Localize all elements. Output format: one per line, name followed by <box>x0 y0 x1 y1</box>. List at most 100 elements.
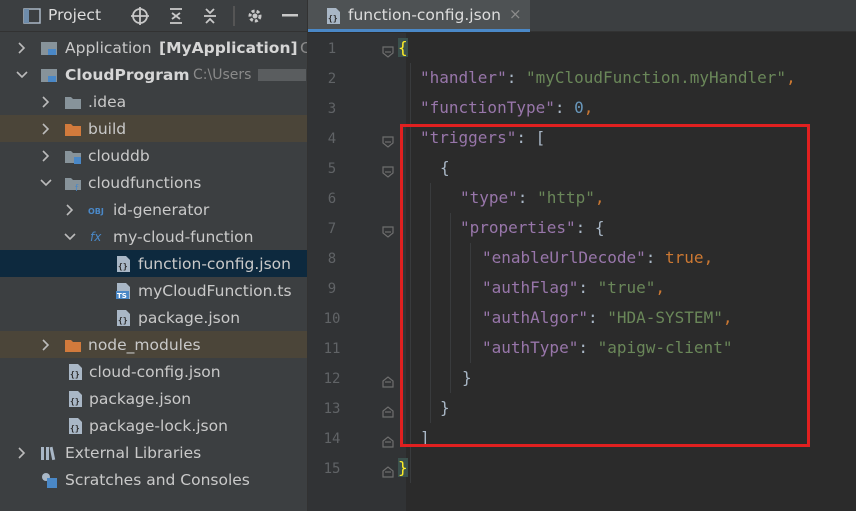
scratches-icon <box>40 471 58 489</box>
tree-row-id-generator[interactable]: OBJ id-generator <box>0 196 308 223</box>
chevron-right-icon[interactable] <box>16 41 28 54</box>
svg-text:{}: {} <box>118 316 128 325</box>
header-separator <box>233 6 235 26</box>
tree-row-package-lock[interactable]: {} package-lock.json <box>0 412 308 439</box>
code-token: } <box>398 458 408 477</box>
code-token: "handler" <box>420 68 507 87</box>
tree-row-idea[interactable]: .idea <box>0 88 308 115</box>
tree-path: C:\Users <box>193 66 252 83</box>
svg-text:{}: {} <box>70 397 80 406</box>
fold-open-icon[interactable] <box>382 134 394 148</box>
tree-label: node_modules <box>88 335 201 354</box>
json-file-icon: {} <box>114 309 132 327</box>
expand-all-icon[interactable] <box>166 6 186 26</box>
json-file-icon: {} <box>324 7 342 29</box>
tree-label: Application <box>65 38 152 57</box>
tree-label: clouddb <box>88 146 150 165</box>
line-number: 8 <box>327 251 337 267</box>
tree-row-node-modules[interactable]: node_modules <box>0 331 308 358</box>
svg-text:fx: fx <box>90 230 102 244</box>
fold-open-icon[interactable] <box>382 44 394 58</box>
tree-label: package.json <box>89 389 192 408</box>
code-line-3: "functionType": 0, <box>420 93 593 123</box>
svg-text:{}: {} <box>118 262 128 271</box>
chevron-right-icon[interactable] <box>64 203 76 216</box>
module-folder-icon <box>40 39 58 57</box>
tree-label: External Libraries <box>65 443 202 462</box>
clouddb-folder-icon <box>64 147 82 165</box>
hide-panel-icon[interactable] <box>280 6 300 26</box>
line-number: 5 <box>327 161 337 177</box>
json-file-icon: {} <box>66 390 84 408</box>
chevron-right-icon[interactable] <box>40 149 52 162</box>
code-token: , <box>583 98 594 117</box>
fold-close-icon[interactable] <box>382 434 394 448</box>
folder-icon <box>64 93 82 111</box>
line-number: 9 <box>327 281 337 297</box>
chevron-down-icon[interactable] <box>64 231 76 243</box>
chevron-down-icon[interactable] <box>40 177 52 189</box>
tree-label: package.json <box>138 308 241 327</box>
fold-open-icon[interactable] <box>382 164 394 178</box>
tree-row-my-cloud-function[interactable]: fx my-cloud-function <box>0 223 308 250</box>
tree-row-application[interactable]: Application [MyApplication] C <box>0 34 308 61</box>
chevron-right-icon[interactable] <box>40 122 52 135</box>
code-token: { <box>398 38 408 57</box>
tree-label: cloud-config.json <box>89 362 221 381</box>
tab-title: function-config.json <box>348 6 501 24</box>
tree-label: function-config.json <box>138 254 291 273</box>
json-file-icon: {} <box>66 363 84 381</box>
tree-row-package-json-root[interactable]: {} package.json <box>0 385 308 412</box>
project-panel-title[interactable]: Project <box>48 6 101 24</box>
tree-row-cloudfunctions[interactable]: f cloudfunctions <box>0 169 308 196</box>
tree-row-cloudprogram[interactable]: CloudProgram C:\Users <box>0 61 308 88</box>
tree-row-package-json[interactable]: {} package.json <box>0 304 308 331</box>
code-token: : <box>554 98 575 117</box>
folder-orange-icon <box>64 120 82 138</box>
svg-text:{}: {} <box>70 370 80 379</box>
gear-icon[interactable] <box>245 6 265 26</box>
tree-label: package-lock.json <box>89 416 228 435</box>
line-number: 10 <box>323 311 341 327</box>
line-number: 4 <box>327 131 337 147</box>
tree-row-clouddb[interactable]: clouddb <box>0 142 308 169</box>
tab-function-config[interactable]: {} function-config.json × <box>308 0 530 32</box>
tree-row-build[interactable]: build <box>0 115 308 142</box>
close-icon[interactable]: × <box>509 5 522 23</box>
tree-label: CloudProgram <box>65 65 190 84</box>
line-number: 11 <box>323 341 341 357</box>
tree-row-mycloudfunction-ts[interactable]: TS myCloudFunction.ts <box>0 277 308 304</box>
project-view-icon[interactable] <box>22 6 42 26</box>
collapse-all-icon[interactable] <box>200 6 220 26</box>
editor-gutter: 1 2 3 4 5 6 7 8 9 10 11 12 13 14 15 <box>308 33 406 511</box>
tree-row-cloud-config[interactable]: {} cloud-config.json <box>0 358 308 385</box>
fold-close-icon[interactable] <box>382 374 394 388</box>
locate-target-icon[interactable] <box>130 6 150 26</box>
ts-file-icon: TS <box>114 282 132 300</box>
tree-row-function-config[interactable]: {} function-config.json <box>0 250 308 277</box>
line-number: 14 <box>323 431 341 447</box>
tree-label: Scratches and Consoles <box>65 470 250 489</box>
libraries-icon <box>40 444 58 462</box>
line-number: 1 <box>327 41 337 57</box>
tree-row-scratches[interactable]: Scratches and Consoles <box>0 466 308 493</box>
tree-label: my-cloud-function <box>113 227 254 246</box>
chevron-right-icon[interactable] <box>40 338 52 351</box>
svg-text:OBJ: OBJ <box>88 207 104 216</box>
chevron-right-icon[interactable] <box>40 95 52 108</box>
code-line-15: } <box>398 453 408 483</box>
tree-row-external-libraries[interactable]: External Libraries <box>0 439 308 466</box>
fold-close-icon[interactable] <box>382 464 394 478</box>
fold-close-icon[interactable] <box>382 404 394 418</box>
fold-open-icon[interactable] <box>382 224 394 238</box>
line-number: 2 <box>327 71 337 87</box>
tree-label-suffix: [MyApplication] <box>159 38 298 57</box>
code-token: "myCloudFunction.myHandler" <box>525 68 787 87</box>
json-file-icon: {} <box>66 417 84 435</box>
line-number: 7 <box>327 221 337 237</box>
tree-label: myCloudFunction.ts <box>138 281 292 300</box>
chevron-right-icon[interactable] <box>16 446 28 459</box>
line-number: 12 <box>323 371 341 387</box>
chevron-down-icon[interactable] <box>16 69 28 81</box>
editor-tab-bar: {} function-config.json × <box>308 0 856 32</box>
